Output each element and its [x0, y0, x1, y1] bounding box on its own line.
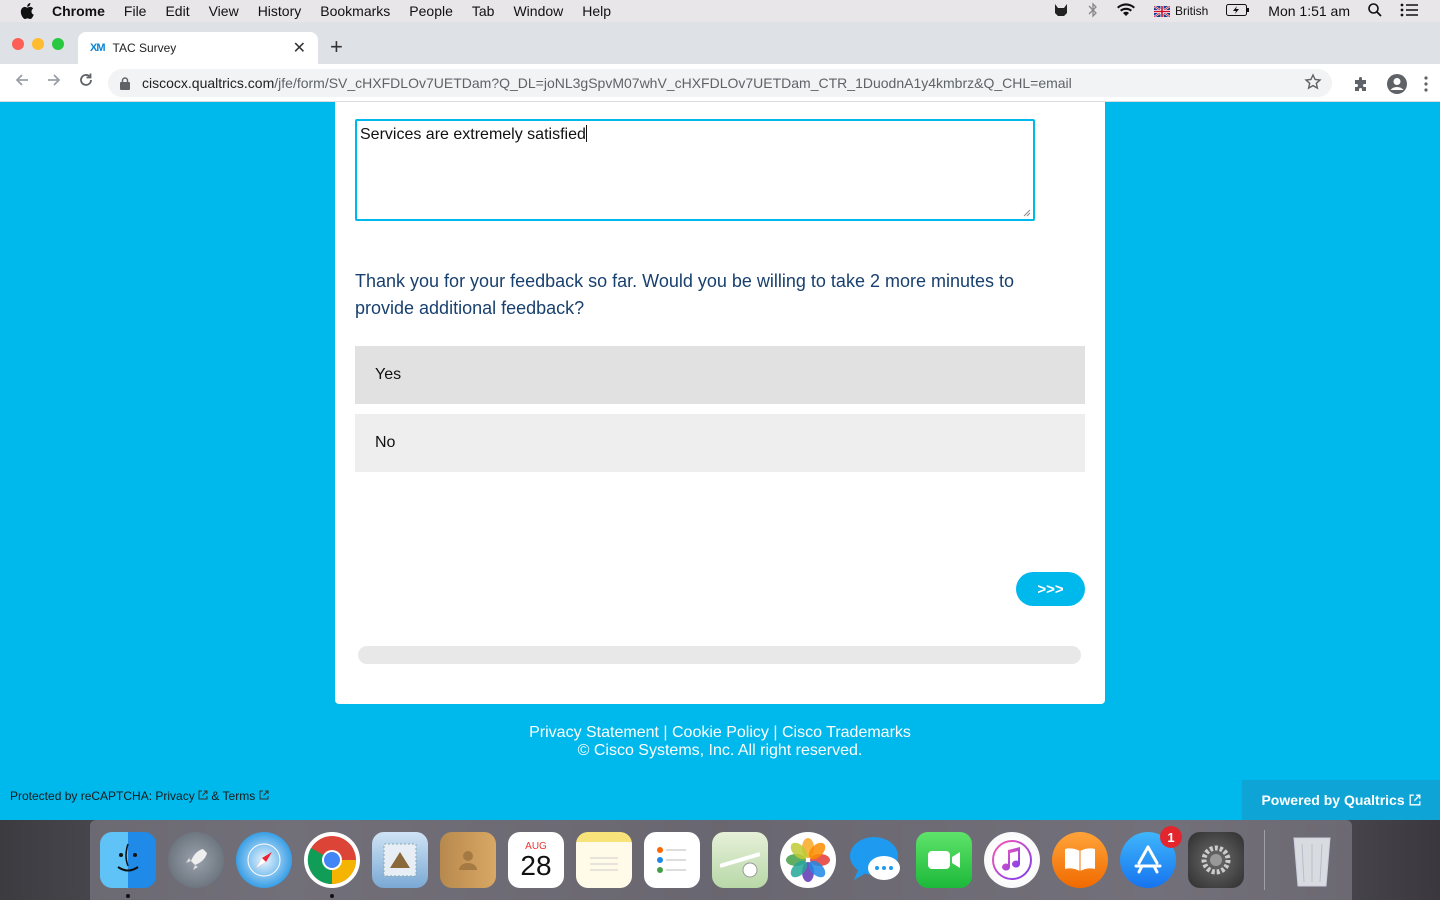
back-arrow-icon[interactable]	[6, 72, 38, 93]
macos-menu-bar: Chrome File Edit View History Bookmarks …	[0, 0, 1440, 22]
finder-icon[interactable]	[100, 832, 156, 888]
recaptcha-and: &	[208, 789, 223, 803]
menu-chrome[interactable]: Chrome	[52, 3, 105, 19]
menubar-clock[interactable]: Mon 1:51 am	[1268, 3, 1350, 19]
input-source-label: British	[1174, 4, 1209, 18]
messages-bubble-icon[interactable]	[848, 832, 904, 888]
footer-separator: |	[768, 724, 782, 741]
url-host: ciscocx.qualtrics.com	[142, 75, 275, 91]
recaptcha-prefix: Protected by reCAPTCHA:	[10, 789, 156, 803]
forward-arrow-icon[interactable]	[38, 72, 70, 93]
copyright-text: © Cisco Systems, Inc. All right reserved…	[577, 742, 863, 759]
mail-eagle-stamp-icon[interactable]	[372, 832, 428, 888]
app-store-icon[interactable]: 1	[1120, 826, 1182, 888]
profile-avatar-icon[interactable]	[1386, 73, 1408, 100]
finder-running-dot	[126, 894, 130, 898]
apple-logo-icon[interactable]	[20, 3, 38, 19]
question-text: Thank you for your feedback so far. Woul…	[355, 271, 1015, 318]
books-icon[interactable]	[1052, 832, 1108, 888]
comment-text: Services are extremely satisfied	[360, 126, 586, 143]
window-controls	[12, 38, 64, 50]
minimize-window-button[interactable]	[32, 38, 44, 50]
macos-dock: AUG 28 1	[90, 820, 1352, 900]
photos-flower-icon[interactable]	[780, 832, 836, 888]
choice-no-label: No	[375, 434, 396, 451]
browser-toolbar: ciscocx.qualtrics.com/jfe/form/SV_cHXFDL…	[0, 64, 1440, 102]
menu-bookmarks[interactable]: Bookmarks	[320, 3, 390, 19]
text-caret	[585, 125, 587, 142]
lock-icon[interactable]	[120, 76, 134, 90]
launchpad-rocket-icon[interactable]	[168, 832, 224, 888]
reminders-icon[interactable]	[644, 832, 700, 888]
cisco-trademarks-link[interactable]: Cisco Trademarks	[782, 724, 911, 741]
browser-tab-strip: XM TAC Survey ✕ +	[0, 22, 1440, 64]
recaptcha-privacy-link[interactable]: Privacy	[155, 789, 194, 803]
app-store-update-badge: 1	[1160, 826, 1182, 848]
choice-yes-label: Yes	[375, 366, 402, 383]
page-footer: Privacy Statement | Cookie Policy | Cisc…	[0, 724, 1440, 760]
zoom-window-button[interactable]	[52, 38, 64, 50]
chrome-menu-kebab-icon[interactable]	[1424, 76, 1428, 97]
choice-yes[interactable]: Yes	[355, 346, 1085, 404]
contacts-book-icon[interactable]	[440, 832, 496, 888]
bluetooth-icon[interactable]	[1088, 1, 1098, 21]
close-tab-icon[interactable]: ✕	[293, 38, 306, 58]
external-link-icon	[259, 790, 269, 800]
choice-no[interactable]: No	[355, 414, 1085, 472]
menu-file[interactable]: File	[124, 3, 147, 19]
menu-tab[interactable]: Tab	[472, 3, 495, 19]
reload-icon[interactable]	[70, 72, 102, 93]
maps-icon[interactable]	[712, 832, 768, 888]
input-source[interactable]: British	[1153, 4, 1209, 18]
menu-window[interactable]: Window	[513, 3, 563, 19]
comment-textarea[interactable]: Services are extremely satisfied	[355, 119, 1035, 221]
privacy-statement-link[interactable]: Privacy Statement	[529, 724, 659, 741]
resize-handle-icon[interactable]	[1023, 209, 1031, 217]
menu-help[interactable]: Help	[582, 3, 611, 19]
powered-by-label: Powered by Qualtrics	[1261, 792, 1405, 808]
next-button[interactable]: >>>	[1016, 572, 1085, 606]
uk-flag-icon	[1153, 5, 1170, 17]
menu-edit[interactable]: Edit	[165, 3, 189, 19]
survey-card: Services are extremely satisfied Thank y…	[335, 102, 1105, 704]
recaptcha-notice: Protected by reCAPTCHA: Privacy & Terms	[10, 789, 269, 803]
footer-separator: |	[658, 724, 672, 741]
battery-charging-icon[interactable]	[1226, 3, 1250, 19]
wifi-icon[interactable]	[1116, 2, 1136, 20]
facetime-camera-icon[interactable]	[916, 832, 972, 888]
recaptcha-terms-link[interactable]: Terms	[223, 789, 256, 803]
external-link-icon	[198, 790, 208, 800]
calendar-icon[interactable]: AUG 28	[508, 832, 564, 888]
bookmark-star-icon[interactable]	[1304, 73, 1322, 94]
new-tab-button[interactable]: +	[330, 36, 343, 58]
close-window-button[interactable]	[12, 38, 24, 50]
system-preferences-gear-icon[interactable]	[1188, 832, 1244, 888]
cookie-policy-link[interactable]: Cookie Policy	[672, 724, 769, 741]
tab-title: TAC Survey	[112, 41, 177, 55]
progress-bar	[358, 646, 1081, 664]
qualtrics-favicon-icon: XM	[90, 42, 105, 54]
status-app-icon[interactable]	[1052, 2, 1070, 21]
trash-icon[interactable]	[1284, 832, 1340, 888]
survey-page: Services are extremely satisfied Thank y…	[0, 102, 1440, 820]
dock-separator	[1264, 830, 1265, 890]
notes-icon[interactable]	[576, 832, 632, 888]
calendar-day: 28	[520, 849, 552, 881]
chrome-browser-icon[interactable]	[304, 832, 360, 888]
music-note-icon[interactable]	[984, 832, 1040, 888]
chrome-running-dot	[330, 894, 334, 898]
menu-people[interactable]: People	[409, 3, 453, 19]
browser-tab-tac-survey[interactable]: XM TAC Survey ✕	[78, 32, 318, 64]
notification-center-icon[interactable]	[1400, 3, 1418, 20]
spotlight-search-icon[interactable]	[1368, 2, 1382, 20]
external-link-icon	[1409, 794, 1420, 806]
address-bar[interactable]: ciscocx.qualtrics.com/jfe/form/SV_cHXFDL…	[108, 69, 1332, 97]
safari-compass-icon[interactable]	[236, 832, 292, 888]
url-path: /jfe/form/SV_cHXFDLOv7UETDam?Q_DL=joNL3g…	[274, 75, 1072, 91]
menu-view[interactable]: View	[209, 3, 239, 19]
menu-history[interactable]: History	[258, 3, 302, 19]
powered-by-qualtrics-link[interactable]: Powered by Qualtrics	[1242, 780, 1440, 820]
extensions-puzzle-icon[interactable]	[1352, 75, 1370, 98]
